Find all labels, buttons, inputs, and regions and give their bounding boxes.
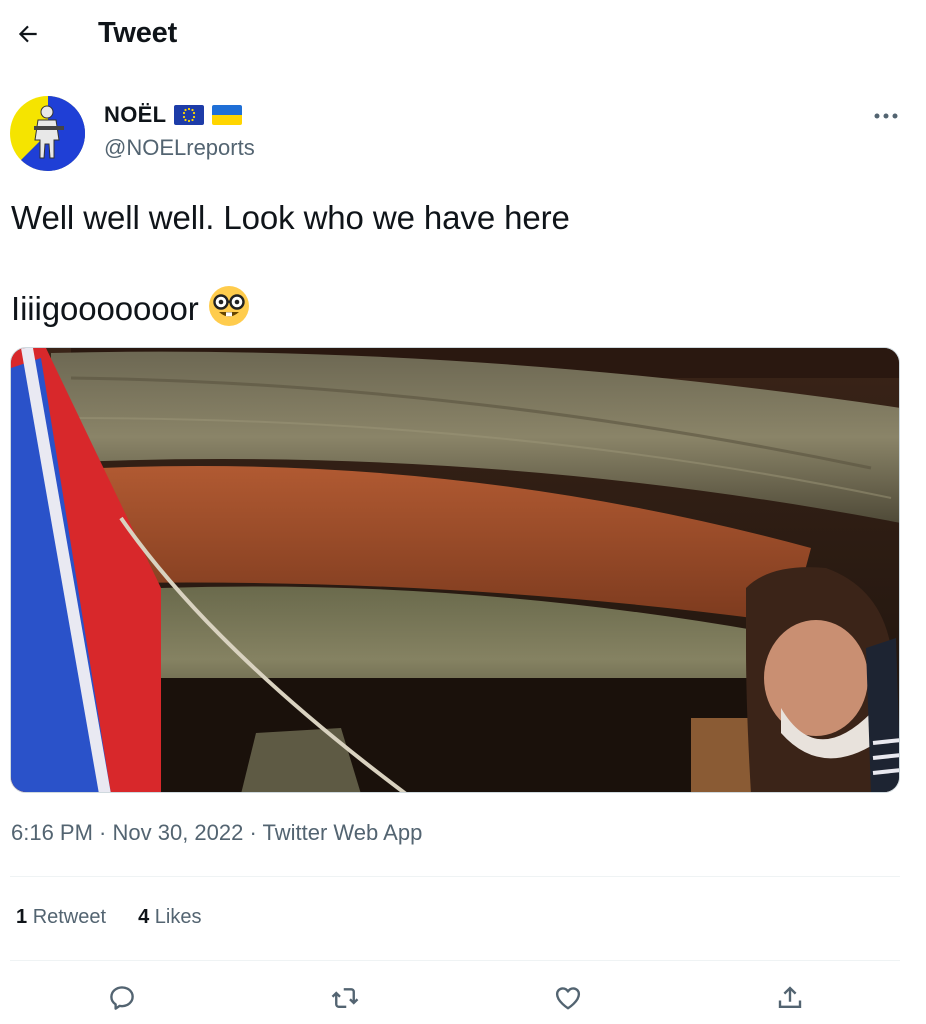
author-display-name[interactable]: NOËL [104,102,166,128]
share-button[interactable] [770,978,810,1018]
retweets-label: Retweet [32,906,107,928]
tweet-date[interactable]: Nov 30, 2022 [113,820,244,845]
retweets-count: 1 [16,906,28,928]
more-options-button[interactable] [866,100,906,132]
share-icon [778,986,802,1008]
retweets-stat[interactable]: 1 Retweet [16,906,106,929]
more-horizontal-icon [874,113,898,119]
tweet-body: Well well well. Look who we have here Ii… [11,199,570,328]
ukraine-flag-icon [212,105,243,125]
like-icon [555,987,581,1010]
tweet-stats: 1 Retweet 4 Likes [16,906,201,929]
likes-label: Likes [154,906,202,928]
tweet-text: Well well well. Look who we have here Ii… [11,196,570,339]
avatar[interactable] [10,96,85,171]
tweet-actions-bar [0,978,926,1018]
eu-flag-icon [174,105,205,125]
tweet-time[interactable]: 6:16 PM [11,820,93,845]
top-bar: Tweet [0,0,926,70]
arrow-left-icon [18,25,37,43]
divider [10,960,900,961]
author-name-row[interactable]: NOËL [104,102,243,128]
likes-count: 4 [138,906,150,928]
back-button[interactable] [8,14,48,54]
nerd-face-emoji [207,284,251,339]
likes-stat[interactable]: 4 Likes [138,906,201,929]
divider [10,876,900,877]
page-title: Tweet [98,17,178,49]
tweet-source[interactable]: Twitter Web App [263,820,423,845]
author-handle[interactable]: @NOELreports [104,135,255,161]
separator: · [92,820,113,845]
separator: · [243,820,263,845]
retweet-icon [331,988,359,1008]
reply-button[interactable] [102,978,142,1018]
tweet-timestamp-row: 6:16 PM · Nov 30, 2022 · Twitter Web App [11,820,422,846]
reply-icon [110,986,134,1010]
tweet-photo[interactable] [10,347,900,793]
like-button[interactable] [548,978,588,1018]
retweet-button[interactable] [325,978,365,1018]
